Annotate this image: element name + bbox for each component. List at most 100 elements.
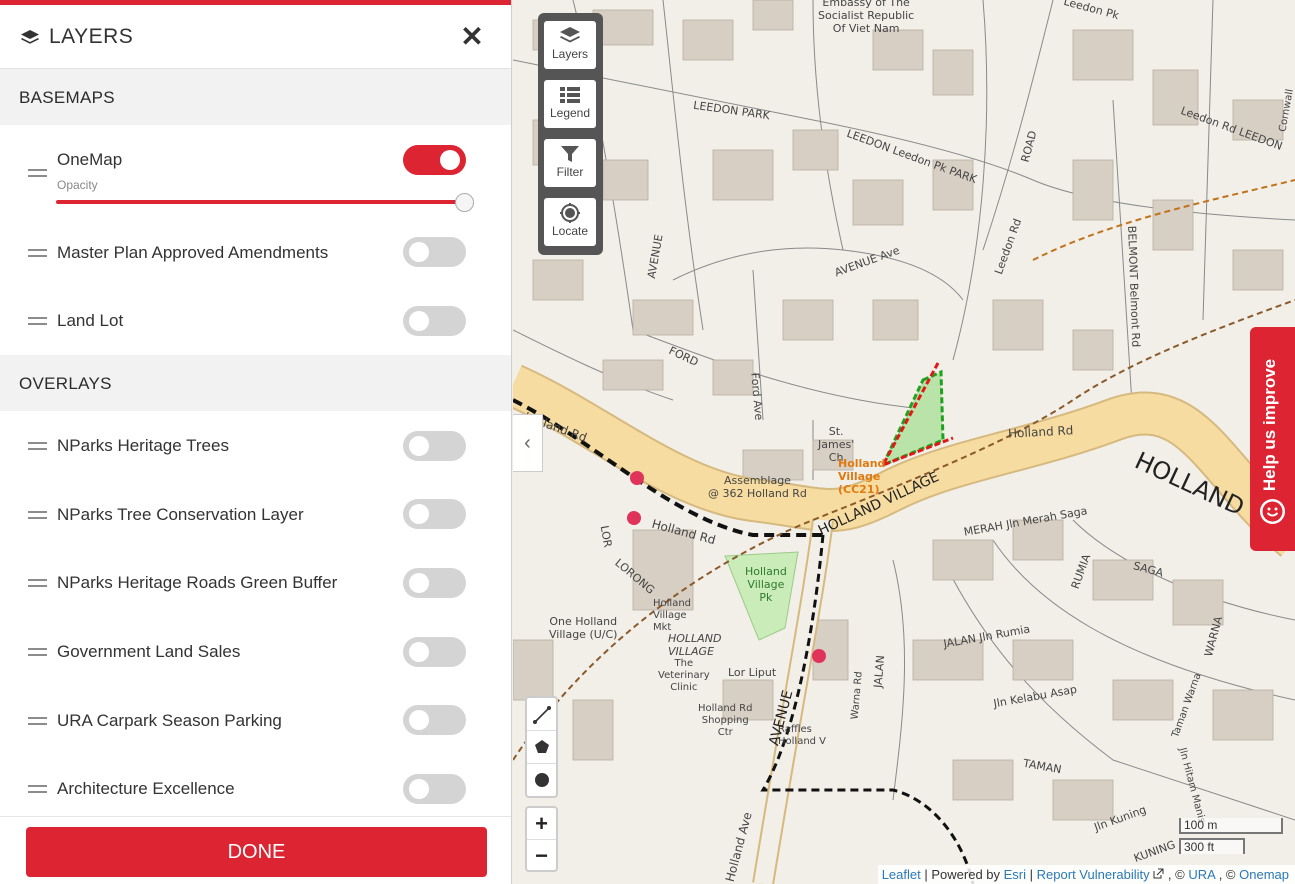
basemap-label: Land Lot (57, 311, 124, 330)
overlay-label: NParks Heritage Roads Green Buffer (57, 573, 338, 592)
esri-link[interactable]: Esri (1004, 867, 1026, 882)
overlay-label: Government Land Sales (57, 642, 241, 661)
drag-handle-icon[interactable] (28, 579, 47, 591)
overlay-item: NParks Heritage Roads Green Buffer (0, 559, 511, 609)
section-basemaps-title: BASEMAPS (19, 88, 115, 107)
opacity-slider-thumb[interactable] (455, 193, 474, 212)
panel-header: LAYERS ✕ (0, 5, 511, 69)
overlay-toggle[interactable] (403, 774, 466, 804)
map-layers-label: Layers (551, 47, 589, 61)
map-legend-label: Legend (549, 106, 591, 120)
circle-tool-button[interactable] (527, 764, 556, 796)
overlay-label: Architecture Excellence (57, 779, 235, 798)
panel-title: LAYERS (49, 25, 134, 48)
smiley-icon (1260, 499, 1285, 524)
basemap-item-onemap: OneMap (0, 125, 511, 229)
overlay-item: Government Land Sales (0, 628, 511, 678)
master-plan-toggle[interactable] (403, 237, 466, 267)
ura-link[interactable]: URA (1188, 867, 1215, 882)
attribution-text: , © (1218, 867, 1236, 882)
map-label-mrt: Holland Village (CC21) (838, 457, 886, 496)
basemap-item-land-lot: Land Lot (0, 297, 511, 353)
polyline-tool-button[interactable] (527, 698, 556, 731)
overlay-toggle[interactable] (403, 431, 466, 461)
map-locate-button[interactable]: Locate (544, 198, 596, 246)
overlay-toggle[interactable] (403, 499, 466, 529)
scale-metric: 100 m (1179, 818, 1283, 834)
draw-toolbar (525, 696, 558, 798)
overlay-item: Architecture Excellence (0, 765, 511, 815)
map-filter-button[interactable]: Filter (544, 139, 596, 187)
overlay-label: NParks Tree Conservation Layer (57, 505, 304, 524)
overlay-item: NParks Tree Conservation Layer (0, 491, 511, 541)
zoom-control: + − (525, 806, 558, 872)
attribution-separator: | (1029, 867, 1034, 882)
drag-handle-icon[interactable] (28, 648, 47, 660)
zoom-out-button[interactable]: − (527, 840, 556, 871)
map-label: Holland Village Pk (745, 565, 787, 604)
attribution-text: | Powered by (924, 867, 1001, 882)
circle-icon (534, 773, 549, 787)
opacity-slider-track[interactable] (56, 200, 466, 204)
overlay-toggle[interactable] (403, 705, 466, 735)
drag-handle-icon[interactable] (28, 511, 47, 523)
basemap-item-master-plan: Master Plan Approved Amendments (0, 229, 511, 289)
external-link-icon (1153, 868, 1164, 879)
polygon-icon (534, 740, 549, 753)
map-label-embassy: Embassy of The Socialist Republic Of Vie… (818, 0, 915, 35)
map-label: Holland Rd Shopping Ctr (698, 703, 753, 738)
zoom-in-button[interactable]: + (527, 808, 556, 840)
map-label: HOLLAND VILLAGE (668, 632, 722, 658)
collapse-panel-button[interactable]: ‹ (513, 414, 543, 472)
help-us-improve-tab[interactable]: Help us improve (1250, 327, 1295, 551)
section-overlays: OVERLAYS (0, 355, 511, 411)
layers-icon (20, 29, 40, 52)
drag-handle-icon[interactable] (28, 249, 47, 261)
drag-handle-icon[interactable] (28, 785, 47, 797)
overlay-item: URA Carpark Season Parking (0, 697, 511, 747)
map-filter-label: Filter (556, 165, 584, 179)
leaflet-link[interactable]: Leaflet (882, 867, 921, 882)
report-vulnerability-link[interactable]: Report Vulnerability (1037, 867, 1150, 882)
section-overlays-title: OVERLAYS (19, 374, 112, 393)
attribution-text: , © (1167, 867, 1185, 882)
map-layers-button[interactable]: Layers (544, 21, 596, 69)
layers-panel: LAYERS ✕ BASEMAPS OneMap Opacity Master … (0, 0, 512, 884)
done-button[interactable]: DONE (26, 827, 487, 877)
polygon-tool-button[interactable] (527, 731, 556, 764)
overlay-toggle[interactable] (403, 568, 466, 598)
filter-icon (561, 146, 579, 162)
panel-footer: DONE (0, 816, 511, 884)
map-attribution: Leaflet | Powered by Esri | Report Vulne… (877, 865, 1295, 884)
opacity-label: Opacity (57, 178, 98, 192)
map-legend-button[interactable]: Legend (544, 80, 596, 128)
overlay-label: URA Carpark Season Parking (57, 711, 282, 730)
basemap-label: OneMap (57, 150, 123, 169)
drag-handle-icon[interactable] (28, 442, 47, 454)
overlay-toggle[interactable] (403, 637, 466, 667)
layers-icon (560, 27, 580, 43)
map-toolbar: Layers Legend Filter Locate (538, 13, 603, 255)
legend-icon (560, 87, 580, 103)
overlay-label: NParks Heritage Trees (57, 436, 229, 455)
onemap-toggle[interactable] (403, 145, 466, 175)
basemap-label: Master Plan Approved Amendments (57, 243, 329, 262)
drag-handle-icon[interactable] (28, 717, 47, 729)
help-label: Help us improve (1260, 358, 1279, 492)
map-label: The Veterinary Clinic (658, 658, 710, 693)
map-label: One Holland Village (U/C) (549, 615, 618, 641)
scale-imperial: 300 ft (1179, 838, 1245, 854)
map-locate-label: Locate (551, 224, 589, 238)
onemap-link[interactable]: Onemap (1239, 867, 1289, 882)
section-basemaps: BASEMAPS (0, 69, 511, 125)
drag-handle-icon[interactable] (28, 317, 47, 329)
map-label: Lor Liput (728, 666, 777, 679)
land-lot-toggle[interactable] (403, 306, 466, 336)
close-icon[interactable]: ✕ (460, 23, 484, 51)
polyline-icon (532, 706, 551, 724)
overlay-item: NParks Heritage Trees (0, 422, 511, 472)
locate-icon (560, 203, 580, 223)
map-view[interactable]: Embassy of The Socialist Republic Of Vie… (513, 0, 1295, 884)
map-label: Holland Village Mkt (653, 598, 692, 633)
drag-handle-icon[interactable] (28, 169, 47, 181)
